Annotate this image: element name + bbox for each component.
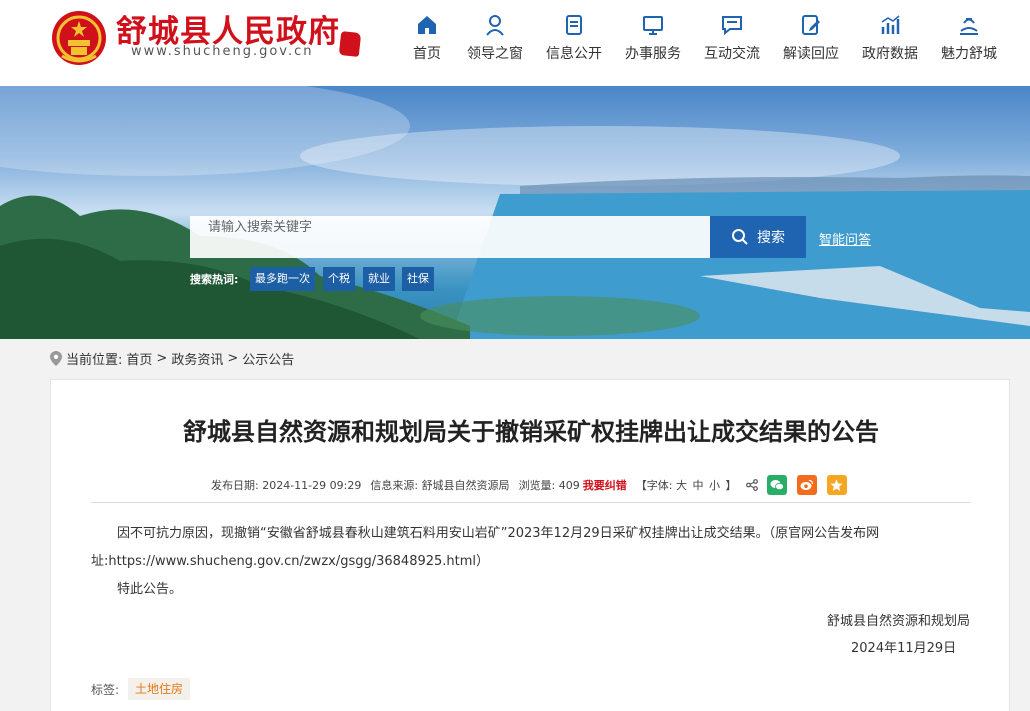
search-input[interactable]: 请输入搜索关键字 (190, 216, 710, 258)
nav-label: 解读回应 (783, 46, 839, 62)
nav-interpretation[interactable]: 解读回应 (771, 10, 851, 70)
article-container: 舒城县自然资源和规划局关于撤销采矿权挂牌出让成交结果的公告 发布日期: 2024… (50, 379, 1010, 711)
banner-landscape (0, 86, 1030, 339)
nav-info-disclosure[interactable]: 信息公开 (534, 10, 614, 70)
font-medium-link[interactable]: 中 (693, 479, 704, 492)
breadcrumb-notices[interactable]: 公示公告 (242, 349, 294, 368)
nav-label: 领导之窗 (467, 46, 523, 62)
site-header: 舒城县人民政府 www.shucheng.gov.cn 首页 领导之窗 信息公开… (0, 0, 1030, 86)
nav-label: 魅力舒城 (941, 46, 997, 62)
hot-tag[interactable]: 个税 (323, 267, 355, 291)
document-icon (566, 15, 582, 35)
report-error-link[interactable]: 我要纠错 (583, 477, 627, 493)
site-domain: www.shucheng.gov.cn (131, 44, 314, 59)
national-emblem-icon (52, 11, 106, 65)
search-icon (732, 229, 748, 245)
hot-tag[interactable]: 社保 (402, 267, 434, 291)
share-icon[interactable] (745, 479, 758, 491)
meta-date: 发布日期: 2024-11-29 09:29 (211, 479, 362, 492)
font-large-link[interactable]: 大 (676, 479, 687, 492)
weibo-icon[interactable] (796, 475, 817, 495)
nav-gov-data[interactable]: 政府数据 (850, 10, 930, 70)
meta-views: 浏览量: 409 (518, 479, 580, 492)
meta-source: 信息来源: 舒城县自然资源局 (370, 479, 510, 492)
nav-services[interactable]: 办事服务 (613, 10, 693, 70)
tags-label: 标签: (91, 683, 120, 697)
font-size-control: 【字体: 大 中 小 】 (635, 479, 737, 492)
home-icon (418, 16, 436, 34)
nav-charm[interactable]: 魅力舒城 (929, 10, 1009, 70)
hot-tag[interactable]: 就业 (363, 267, 395, 291)
breadcrumb-news[interactable]: 政务资讯 (171, 349, 223, 368)
person-icon (486, 15, 504, 36)
hero-banner: 请输入搜索关键字 搜索 智能问答 搜索热词: 最多跑一次 个税 就业 社保 (0, 86, 1030, 339)
smart-qa-link[interactable]: 智能问答 (819, 229, 871, 248)
favorite-star-icon[interactable] (826, 475, 847, 495)
location-pin-icon (50, 351, 62, 366)
breadcrumb-home[interactable]: 首页 (126, 349, 152, 368)
seal-stamp (338, 31, 362, 57)
chat-icon (722, 16, 742, 36)
breadcrumb-separator: > (156, 351, 168, 366)
article-title: 舒城县自然资源和规划局关于撤销采矿权挂牌出让成交结果的公告 (183, 418, 879, 446)
chart-icon (881, 15, 900, 34)
search-button-label: 搜索 (757, 230, 785, 246)
hot-words-label: 搜索热词: (190, 273, 239, 286)
signature-organization: 舒城县自然资源和规划局 (827, 614, 971, 629)
nav-label: 互动交流 (704, 46, 760, 62)
signature-date: 2024年11月29日 (851, 641, 957, 656)
article-tag[interactable]: 土地住房 (128, 678, 191, 700)
font-small-link[interactable]: 小 (709, 479, 720, 492)
wechat-icon[interactable] (766, 475, 787, 495)
meta-divider (91, 502, 971, 503)
breadcrumb-separator: > (227, 351, 239, 366)
hot-tag[interactable]: 最多跑一次 (250, 267, 315, 291)
nav-leaders[interactable]: 领导之窗 (455, 10, 535, 70)
article-meta: 发布日期: 2024-11-29 09:29 信息来源: 舒城县自然资源局 浏览… (211, 475, 857, 495)
article-body-paragraph: 因不可抗力原因，现撤销“安徽省舒城县春秋山建筑石料用安山岩矿”2023年12月2… (91, 526, 880, 569)
breadcrumb-prefix: 当前位置: (66, 353, 123, 368)
monitor-icon (643, 16, 663, 35)
breadcrumb: 当前位置: 首页 > 政务资讯 > 公示公告 (50, 349, 298, 368)
edit-icon (802, 15, 820, 35)
nav-interaction[interactable]: 互动交流 (692, 10, 772, 70)
nav-label: 政府数据 (862, 46, 918, 62)
landscape-icon (960, 18, 978, 35)
article-body-paragraph: 特此公告。 (117, 582, 183, 597)
search-button[interactable]: 搜索 (710, 216, 806, 258)
nav-label: 信息公开 (546, 46, 602, 62)
nav-label: 办事服务 (625, 46, 681, 62)
